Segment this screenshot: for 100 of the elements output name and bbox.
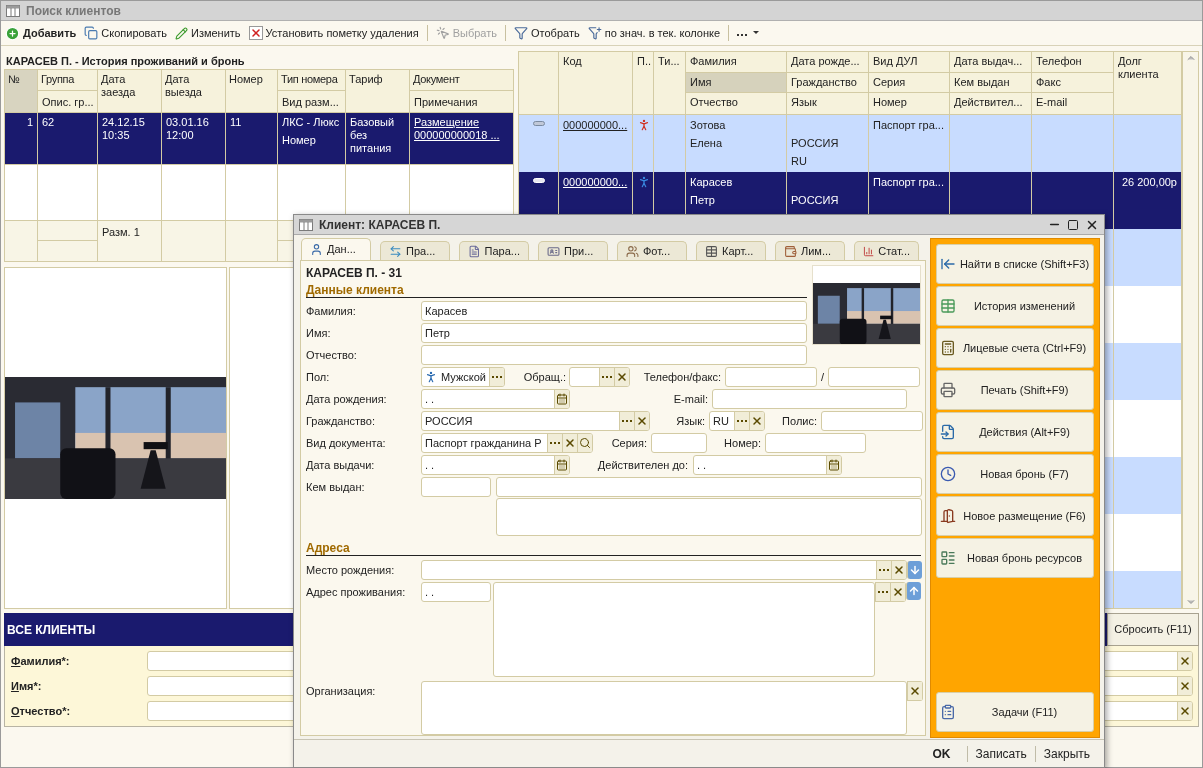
search-button[interactable] [577,434,592,452]
tab[interactable]: Дан... [301,238,371,260]
column-header[interactable]: Долг клиента [1114,52,1181,114]
text-field[interactable] [712,389,907,409]
toolbar-button[interactable]: Скопировать [84,24,167,42]
action-button[interactable]: История изменений [936,286,1094,326]
select-button[interactable] [547,434,562,452]
action-button[interactable]: Задачи (F11) [936,692,1094,732]
calendar-button[interactable] [826,456,841,474]
clear-button[interactable] [1177,652,1192,670]
text-field[interactable]: . . [421,455,570,475]
action-button[interactable]: Лицевые счета (Ctrl+F9) [936,328,1094,368]
select-button[interactable] [599,368,614,386]
dialog-button[interactable]: OK [916,742,967,765]
clear-button[interactable] [907,682,922,700]
text-field[interactable]: РОССИЯ [421,411,650,431]
column-header[interactable]: Телефон [1032,52,1113,73]
text-field[interactable] [765,433,866,453]
text-field[interactable] [821,411,923,431]
column-header[interactable]: Действител... [950,93,1031,114]
action-button[interactable]: Действия (Alt+F9) [936,412,1094,452]
clear-button[interactable] [562,434,577,452]
column-header[interactable]: Тариф [346,70,409,112]
clear-button[interactable] [890,583,905,601]
text-field[interactable] [496,477,922,497]
column-header[interactable]: № [5,70,37,112]
column-header[interactable]: Дата заезда [98,70,161,112]
tab[interactable]: Стат... [854,241,919,260]
select-button[interactable] [489,368,504,386]
text-field[interactable] [725,367,817,387]
text-field[interactable]: . . [421,582,491,602]
column-header[interactable]: Дата выезда [162,70,225,112]
text-field[interactable] [569,367,630,387]
text-field[interactable] [421,477,491,497]
toolbar-button[interactable]: Изменить [175,24,241,42]
column-header[interactable]: Кем выдан [950,72,1031,94]
text-field[interactable] [421,345,807,365]
scrollbar[interactable] [1182,52,1198,608]
text-field[interactable]: Петр [421,323,807,343]
column-header[interactable]: Факс [1032,72,1113,94]
column-header[interactable]: Примечания [410,91,513,112]
column-header[interactable]: Вид ДУЛ [869,52,949,73]
select-button[interactable] [619,412,634,430]
column-header[interactable]: Имя [686,72,786,94]
action-button[interactable]: Новая бронь ресурсов [936,538,1094,578]
text-field[interactable] [421,560,907,580]
column-header[interactable]: Дата рожде... [787,52,868,73]
dialog-button[interactable]: Закрыть [1035,742,1098,765]
text-field[interactable] [651,433,707,453]
client-code-link[interactable]: 000000000... [563,176,628,188]
action-button[interactable]: Найти в списке (Shift+F3) [936,244,1094,284]
column-header[interactable]: П.. [633,52,653,114]
toolbar-button[interactable]: Установить пометку удаления [248,24,419,42]
dialog-button[interactable]: Записать [967,742,1035,765]
document-link[interactable]: Размещение 000000000018 ... [414,116,509,142]
text-field[interactable]: . . [693,455,842,475]
column-header[interactable]: Гражданство [787,72,868,94]
clear-button[interactable] [891,561,906,579]
client-code-link[interactable]: 000000000... [563,119,628,131]
column-header[interactable]: Номер [226,70,277,112]
column-header[interactable]: Номер [869,93,949,114]
clear-button[interactable] [634,412,649,430]
select-button[interactable] [875,583,890,601]
tab[interactable]: Карт... [696,241,766,260]
column-header[interactable]: Ти... [654,52,685,114]
action-button[interactable]: Печать (Shift+F9) [936,370,1094,410]
column-header[interactable]: Группа [38,70,97,91]
column-header[interactable]: Код [559,52,632,114]
column-header[interactable]: Дата выдач... [950,52,1031,73]
column-header[interactable]: Язык [787,93,868,114]
select-button[interactable] [876,561,891,579]
toolbar-button[interactable]: Добавить [5,24,77,42]
column-header[interactable]: Серия [869,72,949,94]
text-field[interactable]: RU [709,411,765,431]
clear-button[interactable] [749,412,764,430]
column-header[interactable]: Документ [410,70,513,91]
more-button[interactable] [737,29,760,37]
column-header[interactable]: Вид разм... [278,91,345,112]
text-field[interactable]: Паспорт гражданина Р [421,433,593,453]
column-header[interactable]: Отчество [686,93,786,114]
table-row[interactable]: 1 62 24.12.15 10:35 03.01.16 12:00 11 ЛКС - Люкс Номер Базовый без питания Размещение 000000000018 ... [5,113,513,165]
action-button[interactable]: Новая бронь (F7) [936,454,1094,494]
column-header[interactable]: Тип номера [278,70,345,91]
select-button[interactable] [734,412,749,430]
text-field[interactable]: Мужской [421,367,505,387]
calendar-button[interactable] [554,456,569,474]
column-header[interactable]: E-mail [1032,93,1113,114]
column-header[interactable]: Опис. гр... [38,91,97,112]
tab[interactable]: Пара... [459,241,529,260]
column-header[interactable]: Фамилия [686,52,786,73]
maximize-button[interactable] [1067,218,1079,231]
text-field[interactable]: Карасев [421,301,807,321]
toolbar-button[interactable]: Отобрать [514,24,580,42]
tab[interactable]: Пра... [380,241,450,260]
table-row[interactable]: 000000000... Зотова Елена РОССИЯ RU Паспорт гра... [519,115,1182,172]
tab[interactable]: При... [538,241,608,260]
toolbar-button[interactable]: по знач. в тек. колонке [587,24,721,42]
clear-button[interactable] [1177,702,1192,720]
text-field[interactable]: . . [421,389,570,409]
reset-button[interactable]: Сбросить (F11) [1107,613,1199,646]
